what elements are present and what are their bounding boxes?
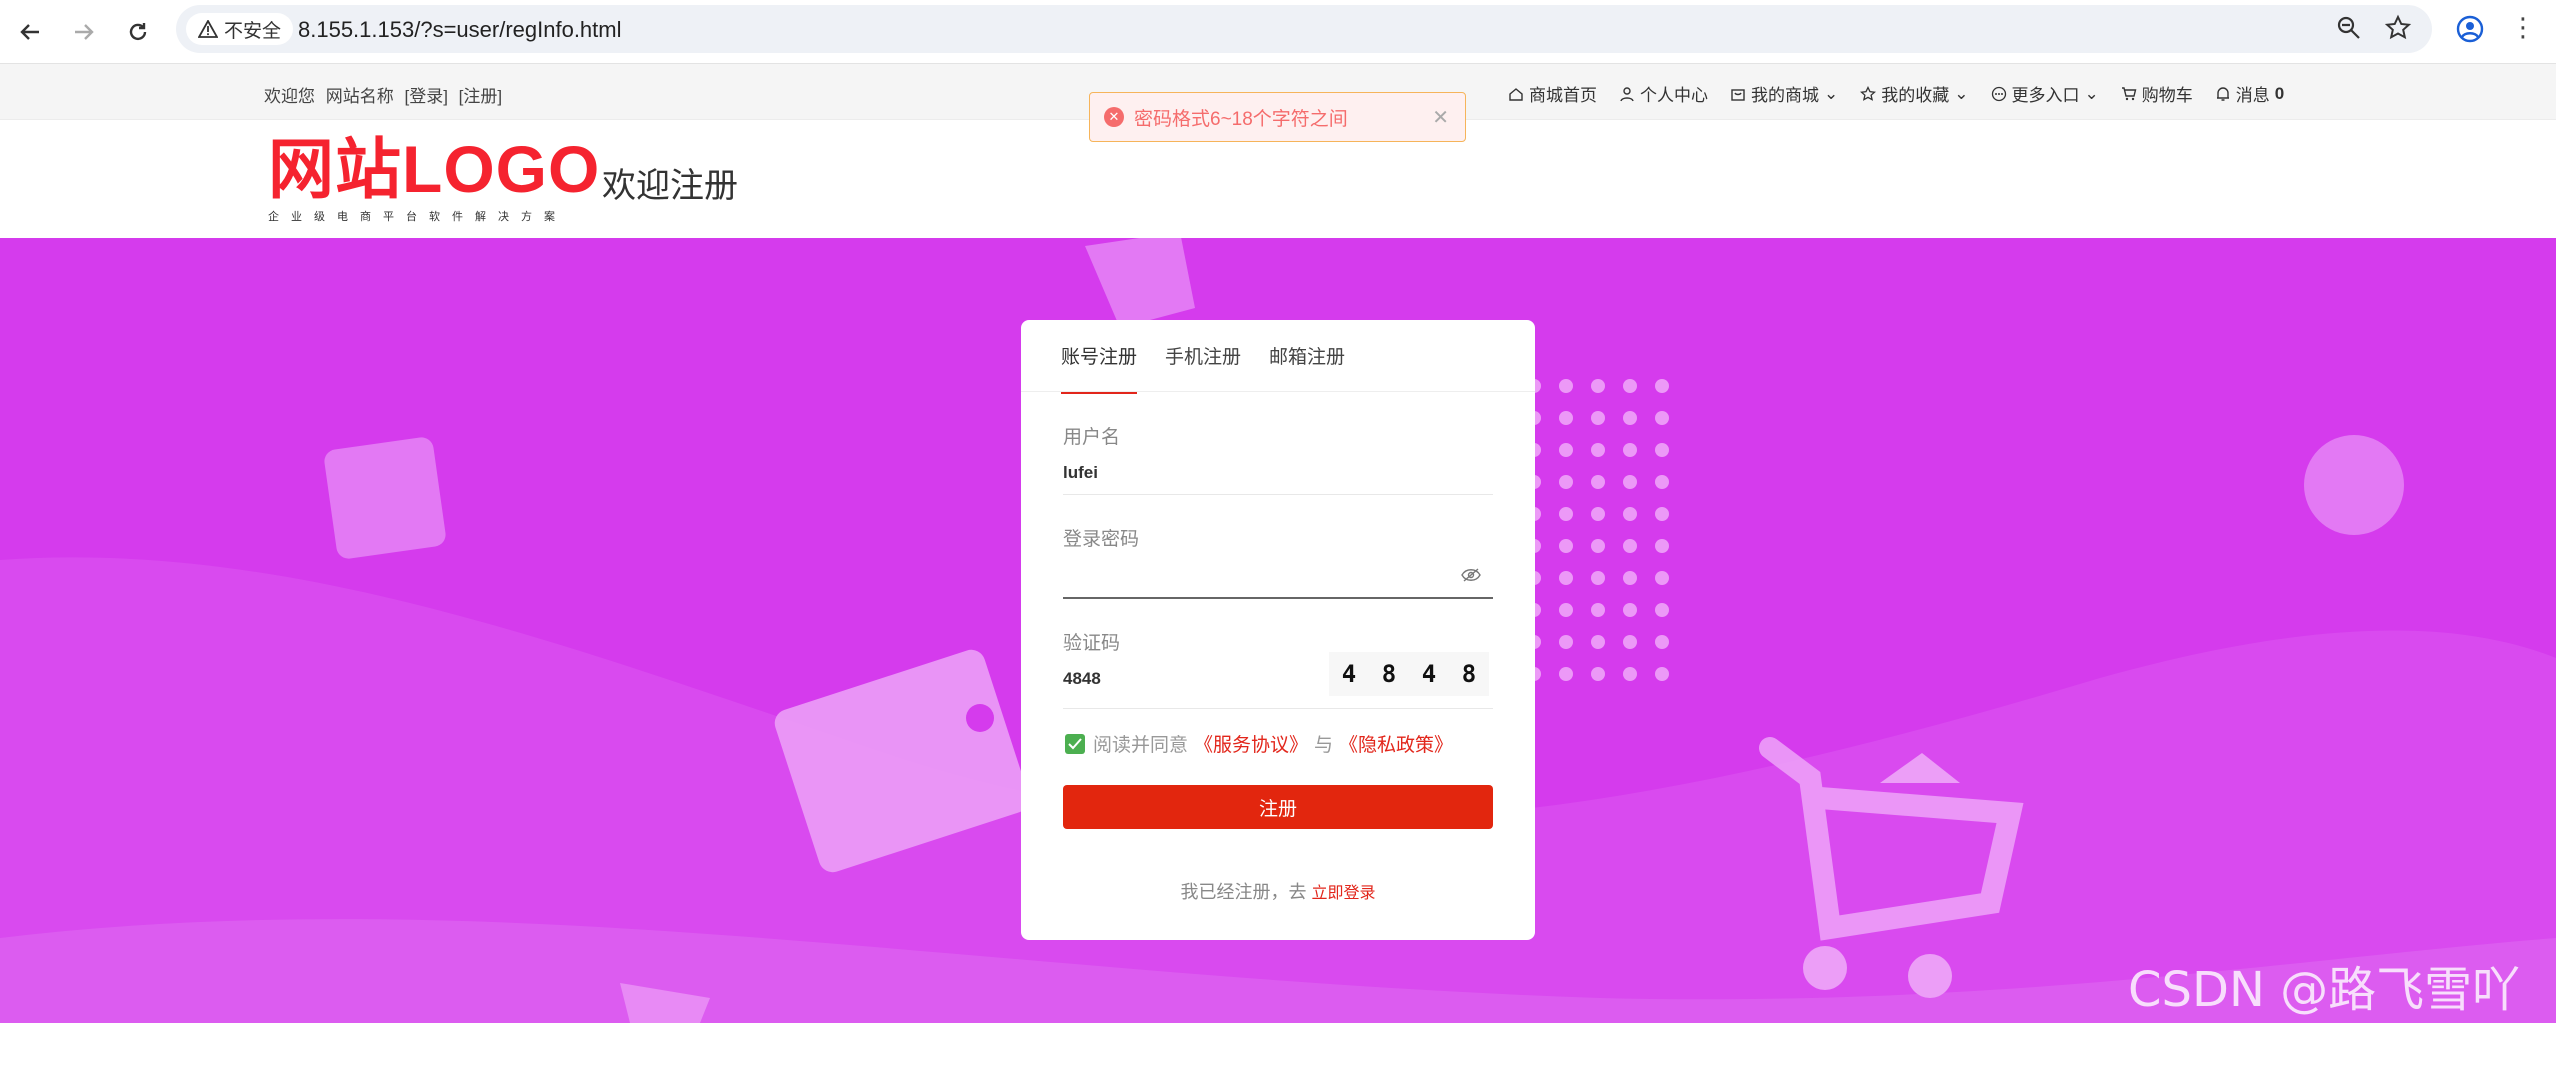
site-name: 网站名称 <box>325 87 394 106</box>
close-icon[interactable]: ✕ <box>1432 105 1449 130</box>
top-link-label: 我的商城 <box>1751 86 1819 105</box>
tab-account-register[interactable]: 账号注册 <box>1061 342 1138 394</box>
zoom-icon[interactable] <box>2336 15 2362 46</box>
browser-menu-icon[interactable]: ⋮ <box>2510 12 2536 43</box>
tab-email-register[interactable]: 邮箱注册 <box>1269 342 1345 394</box>
login-prompt: 我已经注册，去 立即登录 <box>1021 878 1535 904</box>
username-input[interactable]: lufei <box>1063 463 1493 483</box>
top-nav: 商城首页 个人中心 我的商城 ⌄ 我的收藏 ⌄ 更多入口 ⌄ 购物车 消息 0 <box>1508 81 2284 106</box>
site-logo[interactable]: 网站LOGO 企业级电商平台软件解决方案 <box>268 132 600 224</box>
security-label: 不安全 <box>224 20 282 42</box>
agree-text: 阅读并同意 <box>1093 735 1189 756</box>
top-link-user-center[interactable]: 个人中心 <box>1619 81 1708 106</box>
welcome-bar: 欢迎您 网站名称 [登录] [注册] <box>264 82 508 107</box>
chevron-down-icon: ⌄ <box>1824 83 1839 103</box>
captcha-field[interactable]: 验证码 4848 4 8 4 8 <box>1063 628 1493 709</box>
top-link-label: 我的收藏 <box>1881 86 1950 105</box>
top-link-cart[interactable]: 购物车 <box>2121 81 2193 106</box>
check-icon <box>1068 737 1082 749</box>
login-now-link[interactable]: 立即登录 <box>1312 885 1376 902</box>
username-field[interactable]: 用户名 lufei <box>1063 422 1493 495</box>
top-link-messages[interactable]: 消息 0 <box>2215 81 2284 106</box>
chevron-down-icon: ⌄ <box>1954 83 1969 103</box>
top-link-label: 消息 <box>2235 86 2270 105</box>
back-arrow-icon <box>20 24 39 40</box>
captcha-char: 8 <box>1461 660 1477 688</box>
top-link-my-shop[interactable]: 我的商城 ⌄ <box>1730 81 1838 106</box>
captcha-char: 4 <box>1421 660 1437 688</box>
top-link-label: 更多入口 <box>2011 86 2080 105</box>
captcha-underline <box>1063 708 1493 709</box>
top-link-label: 商城首页 <box>1529 86 1597 105</box>
welcome-text: 欢迎您 <box>264 87 315 106</box>
top-link-favorites[interactable]: 我的收藏 ⌄ <box>1860 81 1969 106</box>
register-button[interactable]: 注册 <box>1063 785 1493 829</box>
top-link-label: 个人中心 <box>1640 86 1708 105</box>
message-count: 0 <box>2274 83 2285 103</box>
user-icon <box>1620 86 1634 101</box>
captcha-char: 8 <box>1381 660 1397 688</box>
forward-arrow-icon <box>75 24 94 40</box>
warning-icon <box>198 20 218 38</box>
star-icon <box>1860 85 1877 101</box>
toast-message: 密码格式6~18个字符之间 <box>1134 108 1348 130</box>
security-chip[interactable]: 不安全 <box>186 13 294 45</box>
more-icon <box>1991 86 2006 101</box>
forward-button[interactable] <box>66 14 102 50</box>
reload-button[interactable] <box>120 14 156 50</box>
reload-icon <box>129 23 147 41</box>
bell-icon <box>2216 86 2229 101</box>
cart-icon <box>2121 86 2137 100</box>
eye-hidden-icon[interactable] <box>1461 568 1481 587</box>
username-label: 用户名 <box>1063 427 1121 448</box>
page-title: 欢迎注册 <box>602 167 738 205</box>
shop-icon <box>1731 88 1745 101</box>
captcha-label: 验证码 <box>1063 633 1121 654</box>
top-link-label: 购物车 <box>2141 86 2193 105</box>
chevron-down-icon: ⌄ <box>2084 83 2099 103</box>
bookmark-star-icon[interactable] <box>2384 14 2412 47</box>
profile-icon[interactable] <box>2455 14 2485 49</box>
password-field[interactable]: 登录密码 <box>1063 524 1493 599</box>
back-button[interactable] <box>12 14 48 50</box>
top-link-home[interactable]: 商城首页 <box>1508 81 1597 106</box>
already-registered-text: 我已经注册，去 <box>1180 882 1307 902</box>
url-text[interactable]: 8.155.1.153/?s=user/regInfo.html <box>298 17 622 43</box>
register-tabs: 账号注册 手机注册 邮箱注册 <box>1061 342 1345 394</box>
agree-checkbox[interactable] <box>1065 733 1085 754</box>
browser-toolbar: 不安全 8.155.1.153/?s=user/regInfo.html ⋮ <box>0 0 2556 64</box>
register-link[interactable]: [注册] <box>459 87 502 106</box>
captcha-char: 4 <box>1341 660 1357 688</box>
logo-text: 网站LOGO <box>268 132 601 206</box>
and-text: 与 <box>1314 735 1334 756</box>
captcha-image[interactable]: 4 8 4 8 <box>1329 652 1489 696</box>
tab-divider <box>1021 391 1535 392</box>
agreement-row: 阅读并同意 《服务协议》 与 《隐私政策》 <box>1065 730 1459 757</box>
password-underline <box>1063 597 1493 599</box>
register-card: 账号注册 手机注册 邮箱注册 用户名 lufei 登录密码 验证码 4848 4… <box>1021 320 1535 940</box>
login-link[interactable]: [登录] <box>404 87 447 106</box>
address-bar[interactable]: 不安全 8.155.1.153/?s=user/regInfo.html <box>176 5 2432 53</box>
watermark: CSDN @路飞雪吖~ <box>2128 962 2521 1076</box>
error-toast: ✕ 密码格式6~18个字符之间 ✕ <box>1089 92 1466 142</box>
error-icon: ✕ <box>1104 107 1124 127</box>
tab-phone-register[interactable]: 手机注册 <box>1165 342 1241 394</box>
logo-subtitle: 企业级电商平台软件解决方案 <box>268 211 567 223</box>
home-icon <box>1509 87 1523 101</box>
password-label: 登录密码 <box>1063 529 1140 550</box>
privacy-policy-link[interactable]: 《隐私政策》 <box>1339 730 1453 757</box>
service-agreement-link[interactable]: 《服务协议》 <box>1194 730 1308 757</box>
username-underline <box>1063 494 1493 495</box>
top-link-more[interactable]: 更多入口 ⌄ <box>1991 81 2099 106</box>
